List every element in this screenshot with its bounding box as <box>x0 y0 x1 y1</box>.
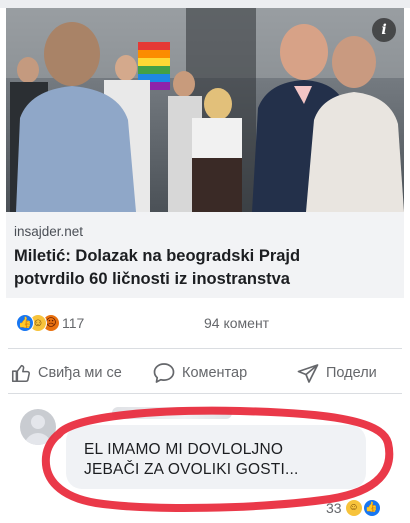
facebook-post-screenshot: i insajder.net Miletić: Dolazak na beogr… <box>0 0 410 523</box>
comment-count[interactable]: 94 комент <box>204 315 280 331</box>
comment-text: EL IMAMO MI DOVLOLJNO JEBAČI ZA OVOLIKI … <box>84 441 299 478</box>
commenter-name-redacted <box>112 407 232 419</box>
divider <box>8 348 402 349</box>
like-label: Свиђа ми се <box>38 365 122 381</box>
avatar[interactable] <box>20 409 56 445</box>
post-photo[interactable]: i <box>6 8 404 212</box>
divider <box>8 393 402 394</box>
link-domain: insajder.net <box>14 224 84 239</box>
comment-section: EL IMAMO MI DOVLOLJNO JEBAČI ZA OVOLIKI … <box>0 395 410 523</box>
like-icon: 👍 <box>363 500 380 516</box>
like-button[interactable]: Свиђа ми се <box>10 356 122 390</box>
like-icon: 👍 <box>16 314 34 332</box>
comment-reactions[interactable]: 33 ☺ 👍 <box>326 498 380 518</box>
reaction-icons[interactable]: 👍 ☺ ☹ <box>16 314 60 332</box>
feed-background <box>0 0 410 8</box>
reactions-summary: 👍 ☺ ☹ 117 94 комент <box>0 304 410 340</box>
user-avatar-icon <box>24 415 52 445</box>
comment-button[interactable]: Коментар <box>152 356 247 390</box>
link-headline[interactable]: Miletić: Dolazak na beogradski Prajd pot… <box>14 245 354 291</box>
comment-reaction-count: 33 <box>326 500 342 516</box>
haha-icon: ☺ <box>345 500 362 516</box>
reaction-count[interactable]: 117 <box>62 315 84 331</box>
share-button[interactable]: Подели <box>296 356 377 390</box>
link-preview-card[interactable]: insajder.net Miletić: Dolazak na beograd… <box>6 212 404 298</box>
comment-label: Коментар <box>182 365 248 381</box>
post-actions: Свиђа ми се Коментар Подели <box>0 356 410 390</box>
info-icon[interactable]: i <box>372 18 396 42</box>
thumbs-up-icon <box>11 364 30 383</box>
share-label: Подели <box>326 365 377 381</box>
speech-bubble-icon <box>153 363 175 383</box>
share-arrow-icon <box>297 364 319 383</box>
photo-illustration <box>6 8 404 212</box>
